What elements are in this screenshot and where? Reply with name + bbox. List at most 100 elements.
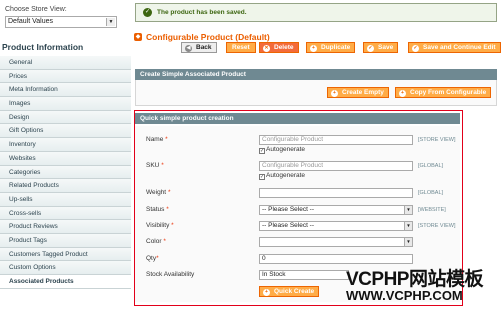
copy-from-configurable-button[interactable]: + Copy From Configurable [395,87,492,98]
visibility-label: Visibility * [146,222,174,229]
check-icon: ✓ [412,44,419,52]
weight-label: Weight * [146,189,170,196]
tab-cross-sells[interactable]: Cross-sells [0,206,131,221]
weight-label-text: Weight [146,189,167,196]
status-label-text: Status [146,206,165,213]
sku-label: SKU * [146,162,164,169]
sidebar: Choose Store View: Default Values ▼ Prod… [0,0,131,314]
required-marker: * [165,136,168,143]
qty-label: Qty* [146,255,159,262]
name-input[interactable]: Configurable Product [259,135,413,145]
required-marker: * [161,162,164,169]
save-button-label: Save [378,44,394,51]
plus-icon: + [263,288,270,296]
name-autogenerate[interactable]: ✓ Autogenerate [259,146,305,154]
tab-categories[interactable]: Categories [0,165,131,180]
quick-create-header: Quick simple product creation [135,113,460,124]
weight-input[interactable] [259,188,413,198]
save-button[interactable]: ✓ Save [363,42,399,53]
stock-availability-select[interactable]: In Stock [259,270,349,280]
arrow-left-icon: ◀ [185,44,192,52]
page-title: Configurable Product (Default) [146,32,270,42]
close-icon: ✕ [263,44,270,52]
tab-gift-options[interactable]: Gift Options [0,124,131,139]
chevron-down-icon: ▼ [404,206,412,214]
tab-general[interactable]: General [0,56,131,70]
tab-design[interactable]: Design [0,110,131,125]
store-view-select[interactable]: Default Values ▼ [5,16,117,28]
delete-button[interactable]: ✕ Delete [259,42,299,53]
plus-icon: + [310,44,317,52]
required-marker: * [163,238,166,245]
plus-icon: + [331,89,338,97]
save-and-continue-label: Save and Continue Edit [423,44,496,51]
color-select[interactable]: ▼ [259,237,413,247]
sku-scope: [GLOBAL] [418,163,444,169]
copy-from-configurable-label: Copy From Configurable [410,89,487,96]
visibility-select[interactable]: -- Please Select -- ▼ [259,221,413,231]
tab-related-products[interactable]: Related Products [0,179,131,193]
reset-button-label: Reset [232,44,250,51]
duplicate-button[interactable]: + Duplicate [306,42,356,53]
tab-websites[interactable]: Websites [0,151,131,166]
tab-associated-products[interactable]: Associated Products [0,275,131,289]
product-tabs: General Prices Meta Information Images D… [0,56,131,289]
tab-product-tags[interactable]: Product Tags [0,233,131,248]
tab-meta-information[interactable]: Meta Information [0,83,131,98]
check-icon: ✓ [367,44,374,52]
checkbox-checked-icon[interactable]: ✓ [259,174,265,180]
name-label: Name * [146,136,168,143]
color-label-text: Color [146,238,162,245]
tab-prices[interactable]: Prices [0,69,131,84]
tab-custom-options[interactable]: Custom Options [0,261,131,275]
checkbox-checked-icon[interactable]: ✓ [259,148,265,154]
product-icon: ◆ [134,33,142,41]
sku-autogenerate[interactable]: ✓ Autogenerate [259,172,305,180]
success-message-text: The product has been saved. [157,9,247,16]
sku-input[interactable]: Configurable Product [259,161,413,171]
quick-create-label: Quick Create [274,288,315,295]
delete-button-label: Delete [274,44,294,51]
chevron-down-icon: ▼ [404,238,412,246]
status-select[interactable]: -- Please Select -- ▼ [259,205,413,215]
tab-customers-tagged-product[interactable]: Customers Tagged Product [0,247,131,262]
back-button-label: Back [196,44,212,51]
tab-up-sells[interactable]: Up-sells [0,192,131,207]
sku-autogenerate-label: Autogenerate [266,172,306,179]
plus-icon: + [399,89,406,97]
product-information-title: Product Information [2,42,84,52]
watermark-line1: VCPHP网站模板 [346,269,483,290]
tab-inventory[interactable]: Inventory [0,138,131,152]
store-view-label: Choose Store View: [5,6,67,13]
chevron-down-icon: ▼ [404,222,412,230]
name-autogenerate-label: Autogenerate [266,146,306,153]
quick-create-button[interactable]: + Quick Create [259,286,320,297]
create-empty-label: Create Empty [342,89,384,96]
watermark: VCPHP网站模板 WWW.VCPHP.COM [346,264,504,310]
reset-button[interactable]: Reset [226,42,256,53]
name-label-text: Name [146,136,164,143]
tab-product-reviews[interactable]: Product Reviews [0,220,131,234]
status-label: Status * [146,206,169,213]
required-marker: * [167,189,171,196]
stock-availability-label: Stock Availability [146,271,195,278]
tab-images[interactable]: Images [0,97,131,111]
save-and-continue-button[interactable]: ✓ Save and Continue Edit [408,42,501,53]
qty-input[interactable]: 0 [259,254,413,264]
duplicate-button-label: Duplicate [321,44,351,51]
visibility-label-text: Visibility [146,222,170,229]
create-empty-button[interactable]: + Create Empty [327,87,389,98]
sku-label-text: SKU [146,162,160,169]
status-select-value: -- Please Select -- [262,206,315,213]
visibility-scope: [STORE VIEW] [418,223,456,229]
color-label: Color * [146,238,166,245]
back-button[interactable]: ◀ Back [181,42,217,53]
stock-availability-value: In Stock [262,271,286,278]
required-marker: * [171,222,174,229]
store-view-value: Default Values [8,18,54,25]
create-simple-header: Create Simple Associated Product [135,69,497,80]
main-content: ✓ The product has been saved. ◆ Configur… [134,0,504,314]
weight-scope: [GLOBAL] [418,190,444,196]
watermark-line2: WWW.VCPHP.COM [346,288,463,303]
required-marker: * [166,206,169,213]
